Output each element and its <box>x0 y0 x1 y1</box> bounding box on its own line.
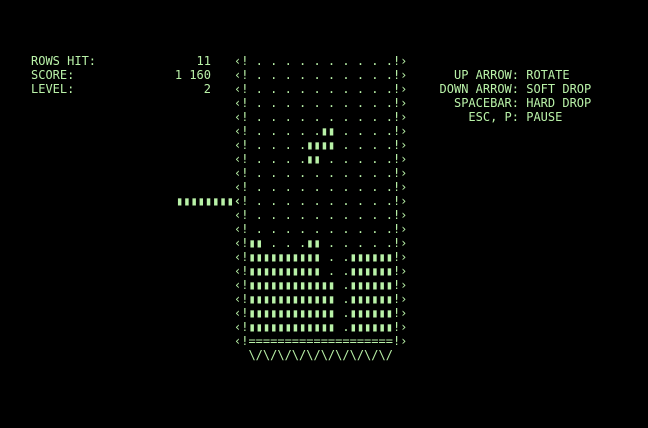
control-action: HARD DROP <box>526 96 592 110</box>
well-row: ‹! . . . . . . . . . .!› <box>234 194 408 208</box>
stat-value: 1 160 <box>174 68 211 82</box>
control-action: ROTATE <box>526 68 570 82</box>
well-row: ‹!▮▮ . . .▮▮ . . . . .!› <box>234 236 408 250</box>
controls-help: UP ARROW: ROTATE DOWN ARROW: SOFT DROP SPA… <box>435 68 595 124</box>
well-row: ‹! . . . . . . . . . .!› <box>234 222 408 236</box>
well-row: ‹!▮▮▮▮▮▮▮▮▮▮ . .▮▮▮▮▮▮!› <box>234 250 408 264</box>
stat-label: ROWS HIT: <box>31 54 97 68</box>
well-row: ‹! . . . . .▮▮ . . . .!› <box>234 124 408 138</box>
well-row: ‹! . . . . . . . . . .!› <box>234 96 408 110</box>
well-row: ‹! . . . . . . . . . .!› <box>234 54 408 68</box>
well-row: ‹!▮▮▮▮▮▮▮▮▮▮ . .▮▮▮▮▮▮!› <box>234 264 408 278</box>
control-key: DOWN ARROW: <box>439 82 519 96</box>
well-row: ‹!====================!› <box>234 334 408 348</box>
control-action: SOFT DROP <box>526 82 592 96</box>
game-well: ‹! . . . . . . . . . .!› ‹! . . . . . . .… <box>234 54 414 362</box>
control-row: ESC, P: PAUSE <box>435 110 595 124</box>
stat-value: 11 <box>196 54 211 68</box>
well-row: ‹! . . . . . . . . . .!› <box>234 68 408 82</box>
stat-row: LEVEL: 2 <box>31 82 211 96</box>
stat-label: LEVEL: <box>31 82 75 96</box>
control-row: DOWN ARROW: SOFT DROP <box>435 82 595 96</box>
well-row: ‹! . . . . . . . . . .!› <box>234 82 408 96</box>
control-key: ESC, P: <box>468 110 519 124</box>
well-row: ‹! . . . . . . . . . .!› <box>234 180 408 194</box>
stat-row: SCORE: 1 160 <box>31 68 211 82</box>
well-row: \/\/\/\/\/\/\/\/\/\/ <box>234 348 393 362</box>
well-row: ‹! . . . .▮▮ . . . . .!› <box>234 152 408 166</box>
stats-panel: ROWS HIT: 11 SCORE: 1 160 LEVEL: 2 <box>31 54 211 96</box>
well-row: ‹! . . . .▮▮▮▮ . . . .!› <box>234 138 408 152</box>
stat-value: 2 <box>203 82 211 96</box>
control-key: SPACEBAR: <box>453 96 519 110</box>
control-key: UP ARROW: <box>453 68 519 82</box>
well-row: ‹!▮▮▮▮▮▮▮▮▮▮▮▮ .▮▮▮▮▮▮!› <box>234 306 408 320</box>
control-action: PAUSE <box>526 110 563 124</box>
well-row: ‹!▮▮▮▮▮▮▮▮▮▮▮▮ .▮▮▮▮▮▮!› <box>234 278 408 292</box>
well-row: ‹! . . . . . . . . . .!› <box>234 166 408 180</box>
well-row: ‹!▮▮▮▮▮▮▮▮▮▮▮▮ .▮▮▮▮▮▮!› <box>234 292 408 306</box>
stat-row: ROWS HIT: 11 <box>31 54 211 68</box>
well-row: ‹! . . . . . . . . . .!› <box>234 110 408 124</box>
well-row: ‹!▮▮▮▮▮▮▮▮▮▮▮▮ .▮▮▮▮▮▮!› <box>234 320 408 334</box>
next-piece-preview: ▮▮▮▮▮▮▮▮‹ <box>176 194 242 208</box>
well-row: ‹! . . . . . . . . . .!› <box>234 208 408 222</box>
control-row: SPACEBAR: HARD DROP <box>435 96 595 110</box>
stat-label: SCORE: <box>31 68 75 82</box>
control-row: UP ARROW: ROTATE <box>435 68 595 82</box>
